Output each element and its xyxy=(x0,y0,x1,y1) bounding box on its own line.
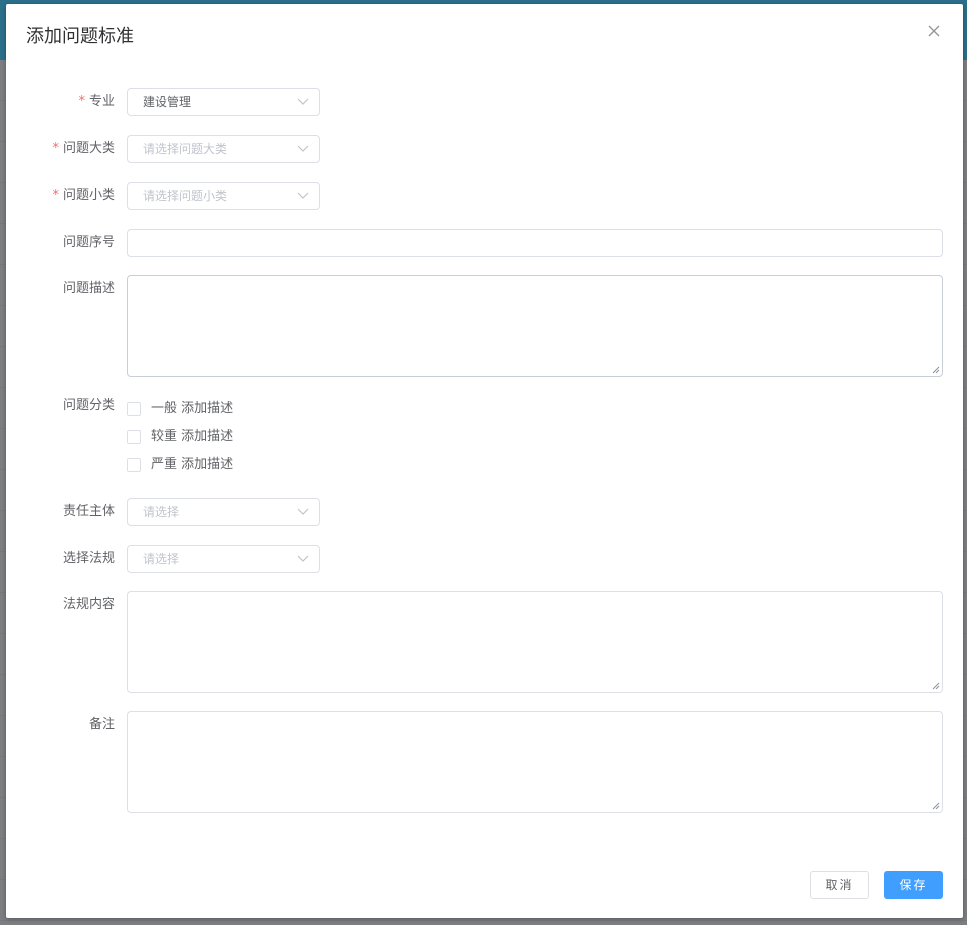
chevron-down-icon xyxy=(297,192,309,199)
description-textarea[interactable] xyxy=(127,275,943,377)
category-label: * 问题大类 xyxy=(6,135,115,163)
regulation-content-label: 法规内容 xyxy=(62,597,115,612)
subcategory-select[interactable]: 请选择问题小类 xyxy=(127,182,320,210)
major-select[interactable]: 建设管理 xyxy=(127,88,320,116)
serial-no-label: 问题序号 xyxy=(62,235,115,250)
chevron-down-icon xyxy=(297,145,309,152)
form-row-description: 问题描述 xyxy=(6,275,963,377)
checkbox-label: 严重 添加描述 xyxy=(151,457,234,472)
dialog-header: 添加问题标准 xyxy=(6,4,963,64)
classification-label: 问题分类 xyxy=(62,398,115,413)
checkbox-label: 较重 添加描述 xyxy=(151,429,234,444)
required-mark: * xyxy=(52,188,59,203)
category-select-placeholder: 请选择问题大类 xyxy=(143,142,228,156)
close-icon[interactable] xyxy=(925,22,943,40)
subcategory-select-placeholder: 请选择问题小类 xyxy=(143,189,228,203)
responsible-select-placeholder: 请选择 xyxy=(143,505,180,519)
major-select-value: 建设管理 xyxy=(143,95,192,109)
checkbox[interactable] xyxy=(127,430,141,444)
checkbox[interactable] xyxy=(127,402,141,416)
regulation-content-textarea[interactable] xyxy=(127,591,943,693)
serial-no-input[interactable] xyxy=(127,229,943,257)
category-label-text: 问题大类 xyxy=(62,141,115,156)
form-row-major: * 专业 建设管理 xyxy=(6,88,963,116)
major-label-text: 专业 xyxy=(88,94,115,109)
subcategory-label: * 问题小类 xyxy=(6,182,115,210)
form-row-classification: 问题分类 一般 添加描述 较重 添加描述 严重 添加描述 xyxy=(6,396,963,480)
form-row-responsible: 责任主体 请选择 xyxy=(6,498,963,526)
subcategory-label-text: 问题小类 xyxy=(62,188,115,203)
description-label: 问题描述 xyxy=(62,281,115,296)
category-select[interactable]: 请选择问题大类 xyxy=(127,135,320,163)
save-button[interactable]: 保存 xyxy=(884,871,943,899)
regulation-select-placeholder: 请选择 xyxy=(143,552,180,566)
remarks-label: 备注 xyxy=(88,717,115,732)
resize-grip-icon[interactable] xyxy=(932,682,940,690)
form-row-category: * 问题大类 请选择问题大类 xyxy=(6,135,963,163)
checkbox[interactable] xyxy=(127,458,141,472)
required-mark: * xyxy=(78,94,85,109)
cancel-button[interactable]: 取消 xyxy=(810,871,869,899)
form-row-regulation-content: 法规内容 xyxy=(6,591,963,693)
remarks-textarea[interactable] xyxy=(127,711,943,813)
chevron-down-icon xyxy=(297,98,309,105)
form-row-regulation: 选择法规 请选择 xyxy=(6,545,963,573)
form-row-subcategory: * 问题小类 请选择问题小类 xyxy=(6,182,963,210)
add-issue-standard-dialog: 添加问题标准 * 专业 建设管理 * 问题大类 请选择问题大类 * 问题小类 请… xyxy=(6,4,963,918)
regulation-label: 选择法规 xyxy=(62,551,115,566)
form-row-serial-no: 问题序号 xyxy=(6,229,963,257)
responsible-select[interactable]: 请选择 xyxy=(127,498,320,526)
chevron-down-icon xyxy=(297,555,309,562)
chevron-down-icon xyxy=(297,508,309,515)
regulation-select[interactable]: 请选择 xyxy=(127,545,320,573)
form-row-remarks: 备注 xyxy=(6,711,963,813)
major-label: * 专业 xyxy=(6,88,115,116)
dialog-title: 添加问题标准 xyxy=(26,26,134,47)
responsible-label: 责任主体 xyxy=(62,504,115,519)
checkbox-label: 一般 添加描述 xyxy=(151,401,234,416)
required-mark: * xyxy=(52,141,59,156)
resize-grip-icon[interactable] xyxy=(932,802,940,810)
resize-grip-icon[interactable] xyxy=(932,366,940,374)
